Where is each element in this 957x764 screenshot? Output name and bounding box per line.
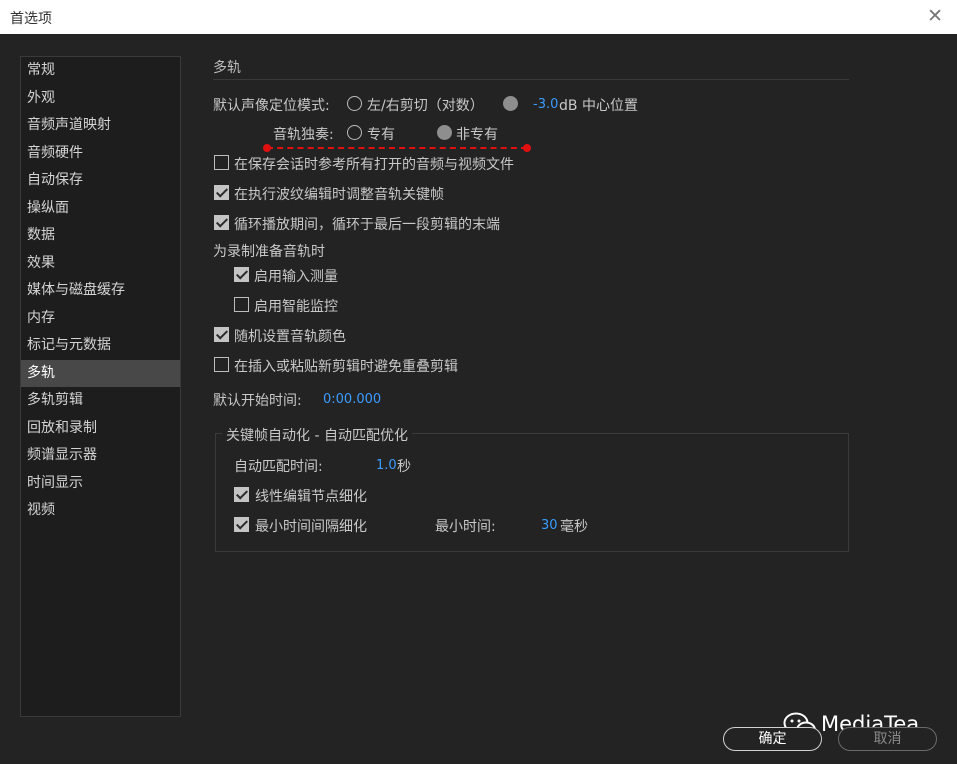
linear-edit-refine-checkbox[interactable]	[234, 487, 249, 502]
keyframe-group-title: 关键帧自动化 - 自动匹配优化	[222, 425, 412, 445]
pan-mode-db-value[interactable]: -3.0	[533, 97, 558, 112]
default-start-time-label: 默认开始时间:	[213, 393, 302, 409]
sidebar-item-spectral-display[interactable]: 频谱显示器	[21, 442, 180, 469]
ripple-edit-label: 在执行波纹编辑时调整音轨关键帧	[234, 187, 444, 203]
sidebar-item-general[interactable]: 常规	[21, 57, 180, 84]
section-title: 多轨	[213, 60, 241, 76]
sidebar-item-data[interactable]: 数据	[21, 222, 180, 249]
save-session-ref-checkbox[interactable]	[214, 155, 229, 170]
sidebar-item-effects[interactable]: 效果	[21, 250, 180, 277]
solo-radio-non-exclusive[interactable]	[437, 125, 452, 140]
loop-playback-label: 循环播放期间，循环于最后一段剪辑的末端	[234, 217, 500, 233]
min-time-label: 最小时间:	[435, 519, 496, 535]
annotation-dot-left	[263, 144, 271, 152]
sidebar-item-media-cache[interactable]: 媒体与磁盘缓存	[21, 277, 180, 304]
auto-match-time-label: 自动匹配时间:	[234, 459, 323, 475]
cancel-button[interactable]: 取消	[838, 727, 937, 751]
sidebar-item-auto-save[interactable]: 自动保存	[21, 167, 180, 194]
min-interval-refine-label: 最小时间间隔细化	[255, 519, 367, 535]
annotation-dashed-line	[267, 147, 527, 149]
pan-mode-radio-center[interactable]	[503, 96, 518, 111]
sidebar-item-multitrack-clips[interactable]: 多轨剪辑	[21, 387, 180, 414]
window-title: 首选项	[10, 11, 52, 27]
avoid-overlap-label: 在插入或粘贴新剪辑时避免重叠剪辑	[234, 359, 458, 375]
sidebar: 常规 外观 音频声道映射 音频硬件 自动保存 操纵面 数据 效果 媒体与磁盘缓存…	[20, 56, 181, 717]
ok-button[interactable]: 确定	[723, 727, 822, 751]
sidebar-item-video[interactable]: 视频	[21, 497, 180, 524]
pan-mode-option-center-label: dB 中心位置	[559, 98, 638, 114]
random-track-color-label: 随机设置音轨颜色	[234, 329, 346, 345]
min-time-unit: 毫秒	[560, 519, 588, 535]
save-session-ref-label: 在保存会话时参考所有打开的音频与视频文件	[234, 157, 514, 173]
pan-mode-radio-clip[interactable]	[347, 96, 362, 111]
linear-edit-refine-label: 线性编辑节点细化	[255, 489, 367, 505]
sidebar-item-appearance[interactable]: 外观	[21, 85, 180, 112]
solo-radio-exclusive[interactable]	[347, 125, 362, 140]
enable-smart-monitor-label: 启用智能监控	[254, 299, 338, 315]
avoid-overlap-checkbox[interactable]	[214, 357, 229, 372]
enable-input-meter-checkbox[interactable]	[234, 267, 249, 282]
sidebar-item-audio-hardware[interactable]: 音频硬件	[21, 140, 180, 167]
record-prep-label: 为录制准备音轨时	[213, 244, 325, 260]
ripple-edit-checkbox[interactable]	[214, 185, 229, 200]
solo-label: 音轨独奏:	[273, 127, 334, 143]
sidebar-item-multitrack[interactable]: 多轨	[21, 359, 180, 387]
sidebar-item-markers-metadata[interactable]: 标记与元数据	[21, 332, 180, 359]
loop-playback-checkbox[interactable]	[214, 215, 229, 230]
sidebar-item-time-display[interactable]: 时间显示	[21, 470, 180, 497]
auto-match-time-unit: 秒	[397, 459, 411, 475]
pan-mode-option-clip-label: 左/右剪切（对数）	[367, 98, 484, 114]
min-interval-refine-checkbox[interactable]	[234, 517, 249, 532]
enable-input-meter-label: 启用输入测量	[254, 269, 338, 285]
random-track-color-checkbox[interactable]	[214, 327, 229, 342]
close-icon[interactable]: ✕	[927, 6, 943, 26]
sidebar-item-control-surface[interactable]: 操纵面	[21, 195, 180, 222]
auto-match-time-value[interactable]: 1.0	[376, 458, 397, 473]
section-divider	[213, 79, 849, 80]
default-start-time-value[interactable]: 0:00.000	[323, 392, 381, 407]
annotation-dot-right	[523, 144, 531, 152]
sidebar-item-audio-channel-mapping[interactable]: 音频声道映射	[21, 112, 180, 139]
solo-option-exclusive-label: 专有	[367, 127, 395, 143]
sidebar-item-memory[interactable]: 内存	[21, 305, 180, 332]
title-bar: 首选项 ✕	[0, 0, 957, 34]
min-time-value[interactable]: 30	[541, 518, 558, 533]
sidebar-item-playback-recording[interactable]: 回放和录制	[21, 415, 180, 442]
solo-option-non-exclusive-label: 非专有	[456, 127, 498, 143]
enable-smart-monitor-checkbox[interactable]	[234, 297, 249, 312]
pan-mode-label: 默认声像定位模式:	[213, 98, 330, 114]
